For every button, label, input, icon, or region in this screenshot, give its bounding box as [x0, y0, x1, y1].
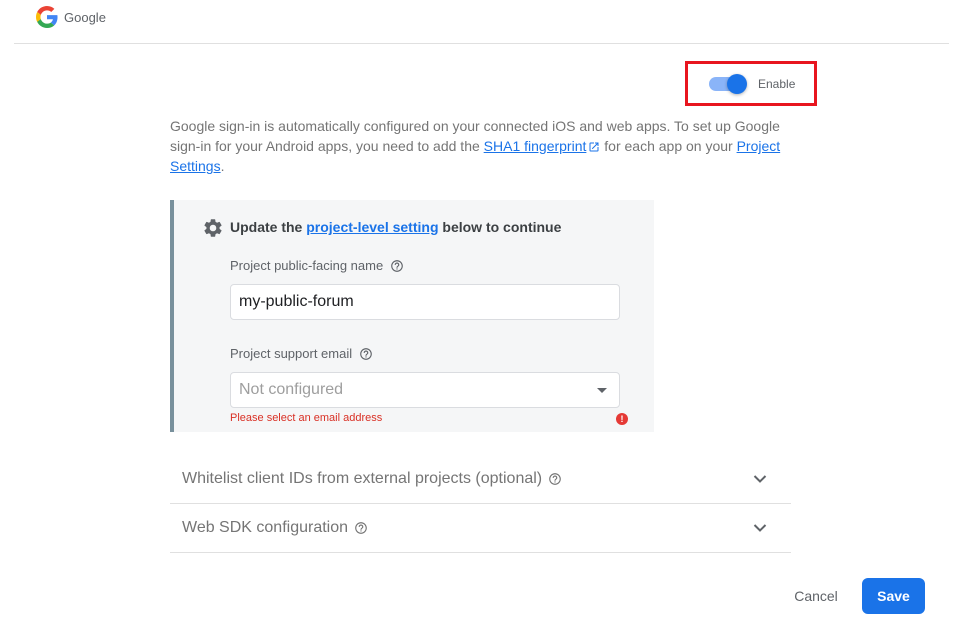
public-name-input[interactable]: [230, 284, 620, 320]
toggle-thumb[interactable]: [727, 73, 747, 94]
dropdown-arrow-icon[interactable]: [597, 387, 607, 393]
provider-name: Google: [64, 10, 106, 25]
toggle-track[interactable]: [709, 73, 747, 94]
toggle-label: Enable: [758, 76, 796, 91]
description-text: Google sign-in is automatically configur…: [170, 116, 790, 176]
description-part: for each app on your: [600, 138, 737, 154]
chevron-down-icon[interactable]: [753, 523, 767, 533]
heading-part: below to continue: [438, 219, 562, 235]
external-link-icon[interactable]: [588, 141, 600, 153]
sha1-fingerprint-link[interactable]: SHA1 fingerprint: [484, 138, 587, 154]
support-email-placeholder: Not configured: [239, 381, 344, 398]
support-email-select[interactable]: Not configured: [230, 372, 620, 408]
header: Google: [0, 0, 959, 44]
support-email-label-text: Project support email: [230, 346, 353, 361]
project-level-setting-link[interactable]: project-level setting: [306, 219, 438, 235]
panel-heading: Update the project-level setting below t…: [230, 219, 561, 235]
whitelist-client-ids-section[interactable]: Whitelist client IDs from external proje…: [170, 455, 791, 504]
description-part: .: [220, 158, 225, 174]
help-icon[interactable]: [354, 521, 368, 535]
google-logo-icon: [36, 6, 58, 28]
public-name-label: Project public-facing name: [230, 258, 404, 273]
save-button[interactable]: Save: [862, 578, 925, 614]
error-icon: !: [616, 413, 628, 425]
help-icon[interactable]: [548, 472, 562, 486]
section-label: Web SDK configuration: [182, 519, 349, 536]
email-error-message: Please select an email address: [230, 412, 383, 424]
web-sdk-configuration-section[interactable]: Web SDK configuration: [170, 504, 791, 553]
enable-toggle[interactable]: Enable: [685, 61, 817, 106]
section-label: Whitelist client IDs from external proje…: [182, 470, 543, 487]
header-divider: [14, 43, 949, 44]
support-email-label: Project support email: [230, 346, 373, 361]
gear-icon: [204, 219, 222, 237]
help-icon[interactable]: [359, 347, 373, 361]
chevron-down-icon[interactable]: [753, 474, 767, 484]
project-setting-panel: Update the project-level setting below t…: [170, 200, 654, 432]
heading-part: Update the: [230, 219, 307, 235]
public-name-label-text: Project public-facing name: [230, 258, 384, 273]
cancel-button[interactable]: Cancel: [781, 579, 851, 613]
help-icon[interactable]: [390, 259, 404, 273]
